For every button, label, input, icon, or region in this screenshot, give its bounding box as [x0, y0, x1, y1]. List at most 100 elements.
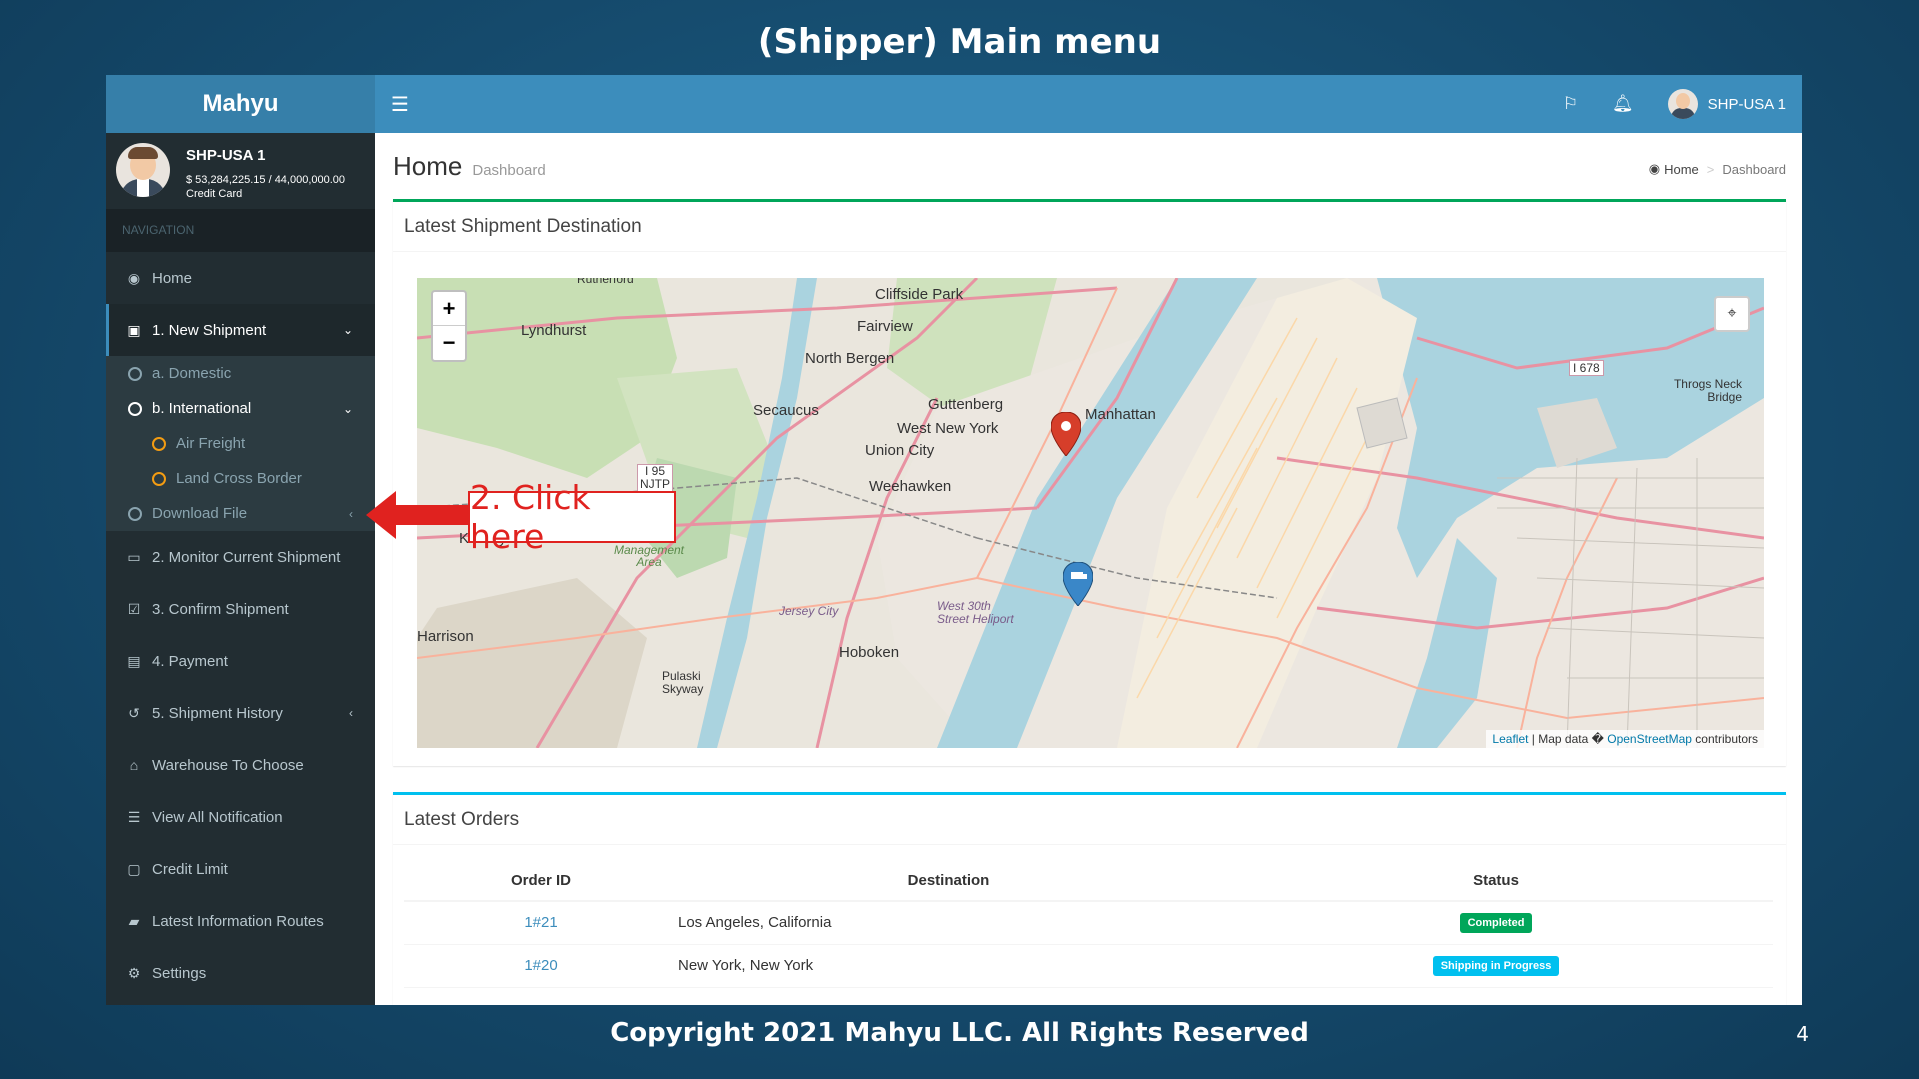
sidebar-item-payment[interactable]: ▤ 4. Payment	[106, 635, 375, 687]
order-id-link[interactable]: 1#21	[524, 914, 557, 931]
gear-icon: ⚙	[127, 964, 141, 981]
breadcrumb: ◉ Home > Dashboard	[1649, 161, 1786, 177]
sidebar-item-air-freight[interactable]: Air Freight	[106, 426, 375, 461]
app-logo[interactable]: Mahyu	[106, 75, 375, 133]
breadcrumb-home[interactable]: Home	[1664, 162, 1699, 177]
sidebar-item-label: Latest Information Routes	[152, 912, 324, 930]
zoom-in-button[interactable]: +	[433, 292, 465, 326]
table-row: 1#21 Los Angeles, California Completed	[404, 901, 1773, 945]
shipment-marker-blue[interactable]	[1063, 562, 1093, 606]
sidebar-item-label: Land Cross Border	[176, 470, 302, 487]
sidebar: Mahyu SHP-USA 1 $ 53,284,225.15 / 44,000…	[106, 75, 375, 1005]
map-label: Pulaski Skyway	[662, 669, 704, 696]
map-label: Manhattan	[1085, 406, 1156, 423]
osm-link[interactable]: OpenStreetMap	[1607, 732, 1692, 746]
sidebar-item-label: Air Freight	[176, 435, 246, 452]
sidebar-item-settings[interactable]: ⚙ Settings	[106, 947, 375, 999]
map-label: Lyndhurst	[521, 322, 587, 339]
annotation-arrow	[366, 491, 470, 539]
box-title: Latest Orders	[393, 795, 1786, 845]
chevron-down-icon: ⌄	[342, 323, 353, 337]
sidebar-item-monitor[interactable]: ▭ 2. Monitor Current Shipment	[106, 531, 375, 583]
sidebar-item-home[interactable]: ◉ Home	[106, 252, 375, 304]
nav-header: NAVIGATION	[106, 209, 375, 252]
circle-icon	[128, 366, 142, 381]
sidebar-item-notifications[interactable]: ☰ View All Notification	[106, 791, 375, 843]
slide-footer: Copyright 2021 Mahyu LLC. All Rights Res…	[610, 1018, 1309, 1048]
box-title: Latest Shipment Destination	[393, 202, 1786, 252]
table-header-row: Order ID Destination Status	[404, 861, 1773, 902]
circle-icon	[128, 506, 142, 521]
sidebar-item-label: b. International	[152, 400, 252, 417]
sidebar-item-label: Warehouse To Choose	[152, 756, 304, 774]
avatar[interactable]	[1667, 89, 1698, 119]
sidebar-item-label: Download File	[152, 505, 248, 522]
user-payment-type: Credit Card	[186, 188, 243, 200]
map-label: North Bergen	[805, 350, 895, 367]
map-label: Guttenberg	[928, 396, 1004, 413]
map-label: Jersey City	[779, 604, 839, 618]
sidebar-item-label: 1. New Shipment	[152, 321, 267, 339]
sidebar-item-label: Home	[152, 269, 193, 287]
top-navbar: ☰ ⚐ 🔔︎ SHP-USA 1	[375, 75, 1802, 133]
status-badge: Completed	[1459, 912, 1533, 933]
map-label: Hoboken	[839, 644, 900, 661]
sidebar-item-label: 4. Payment	[152, 652, 228, 670]
map-label: Throgs Neck Bridge	[1673, 377, 1742, 404]
bell-icon[interactable]: 🔔︎	[1612, 94, 1634, 114]
column-header: Order ID	[404, 861, 678, 902]
page-number: 4	[1796, 1022, 1809, 1046]
order-id-link[interactable]: 1#20	[524, 957, 557, 974]
language-icon[interactable]: ⚐	[1563, 94, 1578, 114]
top-user-name[interactable]: SHP-USA 1	[1708, 96, 1786, 113]
user-name: SHP-USA 1	[186, 147, 266, 164]
map-label: Weehawken	[869, 478, 952, 495]
sidebar-item-label: a. Domestic	[152, 365, 232, 382]
sidebar-item-history[interactable]: ↺ 5. Shipment History ‹	[106, 687, 375, 739]
history-icon: ↺	[128, 704, 140, 721]
check-square-icon: ☑	[127, 600, 141, 617]
app-window: Mahyu SHP-USA 1 $ 53,284,225.15 / 44,000…	[106, 75, 1802, 1005]
sidebar-item-land-cross-border[interactable]: Land Cross Border	[106, 461, 375, 496]
sidebar-item-international[interactable]: b. International ⌄	[106, 391, 375, 426]
leaflet-link[interactable]: Leaflet	[1492, 732, 1528, 746]
sidebar-item-warehouse[interactable]: ⌂ Warehouse To Choose	[106, 739, 375, 791]
sidebar-item-label: 2. Monitor Current Shipment	[152, 548, 341, 566]
menu-toggle-icon[interactable]: ☰	[391, 92, 409, 117]
circle-icon	[152, 436, 166, 451]
map-label: Rutherford	[577, 278, 634, 286]
latest-orders-box: Latest Orders Order ID Destination Statu…	[393, 792, 1786, 1005]
sidebar-item-label: View All Notification	[152, 808, 283, 826]
sidebar-item-routes[interactable]: ▰ Latest Information Routes	[106, 895, 375, 947]
map-attribution: Leaflet | Map data � OpenStreetMap contr…	[1486, 730, 1764, 748]
sidebar-item-label: 3. Confirm Shipment	[152, 600, 289, 618]
main-content: Home Dashboard ◉ Home > Dashboard Latest…	[375, 133, 1802, 1005]
sidebar-item-credit-limit[interactable]: ▢ Credit Limit	[106, 843, 375, 895]
zoom-out-button[interactable]: −	[433, 326, 465, 360]
chevron-down-icon: ⌄	[342, 401, 353, 416]
sidebar-item-domestic[interactable]: a. Domestic	[106, 356, 375, 391]
map-label: West 30th Street Heliport	[937, 599, 1014, 626]
sidebar-item-label: Settings	[152, 964, 207, 982]
status-badge: Shipping in Progress	[1432, 955, 1560, 976]
annotation-callout: 2. Click here	[468, 478, 676, 556]
map-label: Fairview	[857, 318, 913, 335]
circle-icon	[152, 471, 166, 486]
sidebar-item-confirm[interactable]: ☑ 3. Confirm Shipment	[106, 583, 375, 635]
destination-marker-red[interactable]	[1051, 412, 1081, 456]
sidebar-item-new-shipment[interactable]: ▣ 1. New Shipment ⌄	[106, 304, 375, 356]
circle-icon	[128, 401, 142, 416]
sidebar-item-download-file[interactable]: Download File ‹	[106, 496, 375, 531]
map-label: West New York	[897, 420, 999, 437]
user-panel: SHP-USA 1 $ 53,284,225.15 / 44,000,000.0…	[106, 133, 375, 209]
money-icon: ▢	[127, 860, 141, 877]
zoom-control: + −	[431, 290, 467, 362]
avatar	[116, 143, 170, 197]
map-label: Union City	[865, 442, 935, 459]
column-header: Destination	[678, 861, 1219, 902]
breadcrumb-separator: >	[1706, 161, 1715, 177]
map-label: I 678	[1569, 360, 1604, 376]
map-label: Secaucus	[753, 402, 819, 419]
attribution-text: | Map data �	[1528, 732, 1608, 746]
locate-button[interactable]: ⌖	[1714, 296, 1750, 332]
